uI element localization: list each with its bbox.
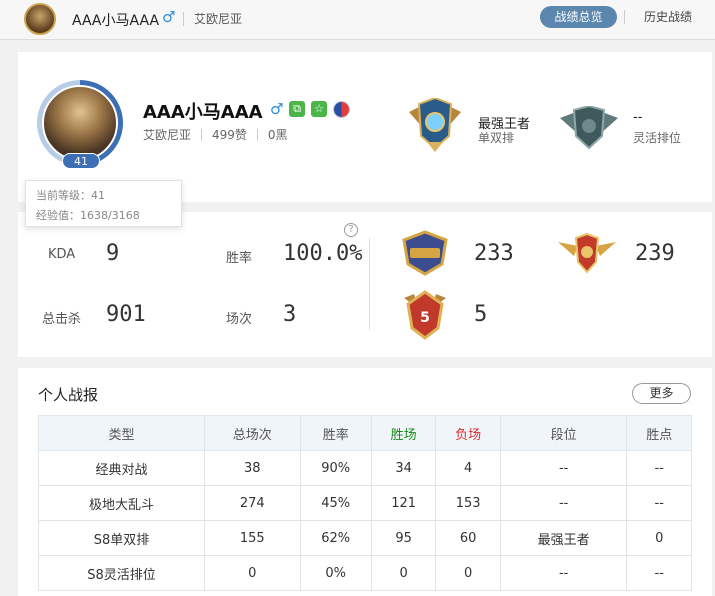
pentakill-count: 5 — [474, 302, 488, 327]
divider — [183, 12, 184, 26]
column-header: 胜点 — [626, 415, 692, 451]
column-header: 负场 — [435, 415, 501, 451]
table-cell: 最强王者 — [499, 520, 628, 556]
report-table: 类型 总场次 胜率 胜场 负场 段位 胜点 经典对战 38 90% 34 4 -… — [38, 415, 692, 591]
divider — [201, 128, 203, 141]
column-header: 总场次 — [204, 415, 301, 451]
table-cell: 0 — [626, 520, 692, 556]
server-name: 艾欧尼亚 — [143, 128, 192, 142]
kills-value: 901 — [106, 302, 146, 327]
column-header: 胜场 — [370, 415, 437, 451]
kills-label: 总击杀 — [42, 312, 82, 327]
black-count: 0黑 — [267, 128, 288, 142]
table-header: 类型 总场次 胜率 胜场 负场 段位 胜点 — [38, 415, 692, 451]
column-header: 胜率 — [299, 415, 372, 451]
table-cell: 0 — [370, 555, 437, 591]
winrate-label: 胜率 — [226, 251, 253, 266]
table-cell: 95 — [370, 520, 437, 556]
likes-count: 499赞 — [212, 128, 247, 142]
more-button[interactable]: 更多 — [632, 383, 691, 404]
kda-value: 9 — [106, 241, 120, 266]
player-name: AAA小马AAA — [143, 102, 263, 123]
kda-label: KDA — [48, 247, 76, 262]
solo-rank-label: 单双排 — [478, 131, 515, 145]
unranked-emblem-icon — [560, 106, 618, 150]
region-flag-icon — [333, 101, 350, 118]
games-label: 场次 — [226, 312, 253, 327]
table-cell: -- — [626, 555, 692, 591]
top-server-name: 艾欧尼亚 — [194, 12, 243, 26]
table-cell: -- — [626, 450, 692, 486]
table-cell: 90% — [299, 450, 372, 486]
section-title: 个人战报 — [38, 386, 99, 404]
star-icon[interactable]: ☆ — [311, 101, 327, 117]
table-row[interactable]: 极地大乱斗 274 45% 121 153 -- -- — [38, 485, 692, 521]
tooltip-level: 当前等级：41 — [36, 189, 105, 202]
tab-history[interactable]: 历史战绩 — [636, 6, 700, 28]
table-cell: 155 — [204, 520, 301, 556]
winrate-value: 100.0% — [283, 241, 363, 266]
table-cell: 0 — [204, 555, 301, 591]
table-cell: -- — [499, 485, 628, 521]
table-cell: 34 — [370, 450, 437, 486]
top-avatar[interactable] — [24, 3, 56, 35]
mvp-count: 233 — [474, 241, 514, 266]
table-row[interactable]: S8灵活排位 0 0% 0 0 -- -- — [38, 555, 692, 591]
pentakill-medal-icon: 5 — [404, 290, 446, 340]
table-cell: 38 — [204, 450, 301, 486]
games-value: 3 — [283, 302, 297, 327]
flex-rank-title: -- — [633, 110, 643, 125]
table-row[interactable]: 经典对战 38 90% 34 4 -- -- — [38, 450, 692, 486]
divider — [624, 10, 625, 24]
table-cell: -- — [626, 485, 692, 521]
table-cell: 经典对战 — [38, 450, 205, 486]
winged-medal-icon — [558, 232, 616, 274]
table-cell: 153 — [435, 485, 501, 521]
winged-medal-count: 239 — [635, 241, 675, 266]
mvp-badge-icon — [402, 230, 448, 276]
tooltip-exp: 经验值：1638/3168 — [36, 209, 140, 222]
male-icon: ♂ — [162, 8, 176, 26]
table-cell: S8单双排 — [38, 520, 205, 556]
table-cell: 45% — [299, 485, 372, 521]
male-icon: ♂ — [270, 100, 284, 118]
help-icon[interactable]: ? — [344, 223, 358, 237]
top-player-name: AAA小马AAA — [72, 13, 160, 29]
tab-overview[interactable]: 战绩总览 — [540, 6, 617, 28]
level-badge: 41 — [62, 153, 100, 169]
avatar[interactable] — [42, 85, 118, 161]
table-cell: 极地大乱斗 — [38, 485, 205, 521]
table-cell: 4 — [435, 450, 501, 486]
copy-icon[interactable]: ⧉ — [289, 101, 305, 117]
table-cell: 0 — [435, 555, 501, 591]
table-cell: 0% — [299, 555, 372, 591]
level-tooltip: 当前等级：41 经验值：1638/3168 — [25, 180, 182, 227]
top-bar: AAA小马AAA ♂ 艾欧尼亚 战绩总览 历史战绩 — [0, 0, 715, 40]
table-cell: 274 — [204, 485, 301, 521]
divider — [369, 238, 370, 330]
challenger-emblem-icon — [409, 98, 461, 152]
column-header: 段位 — [499, 415, 628, 451]
table-row[interactable]: S8单双排 155 62% 95 60 最强王者 0 — [38, 520, 692, 556]
flex-rank-label: 灵活排位 — [633, 131, 682, 145]
column-header: 类型 — [38, 415, 205, 451]
pentakill-medal-label: 5 — [420, 310, 430, 326]
table-cell: 62% — [299, 520, 372, 556]
profile-meta: 艾欧尼亚 499赞 0黑 — [143, 126, 288, 143]
table-cell: 60 — [435, 520, 501, 556]
table-cell: 121 — [370, 485, 437, 521]
table-cell: -- — [499, 555, 628, 591]
table-cell: S8灵活排位 — [38, 555, 205, 591]
divider — [256, 128, 258, 141]
table-cell: -- — [499, 450, 628, 486]
